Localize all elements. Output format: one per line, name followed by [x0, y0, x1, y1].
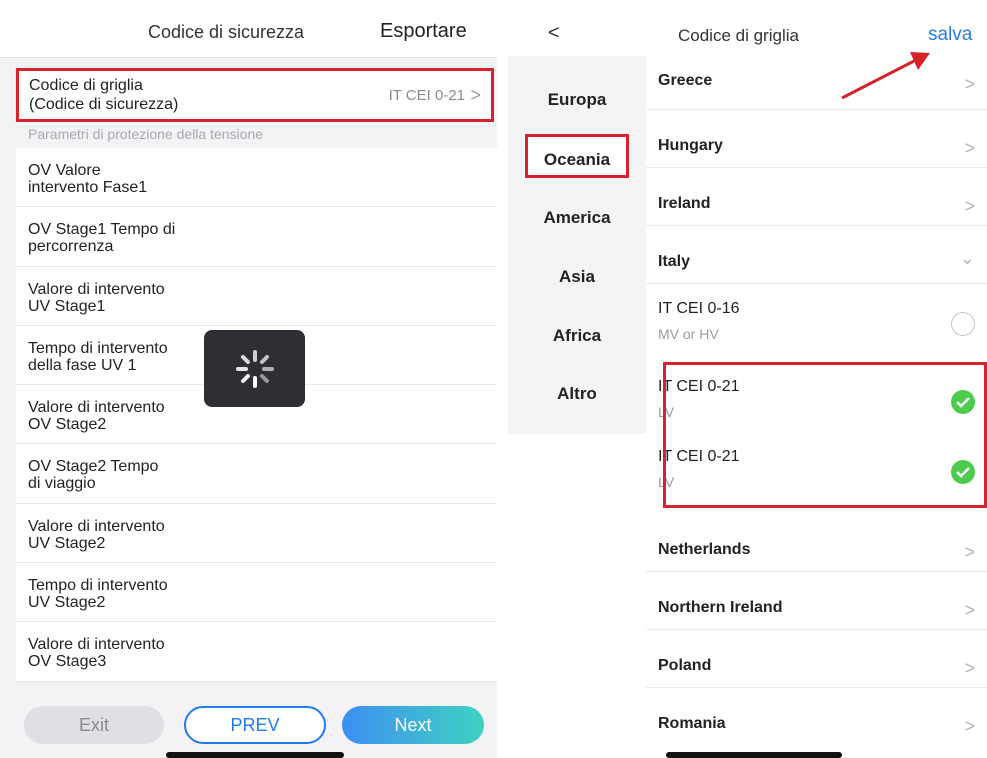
grid-code-option[interactable]: IT CEI 0-16 MV or HV — [646, 286, 987, 362]
parameter-label: Valore di intervento — [28, 399, 165, 417]
parameter-row[interactable]: Tempo di intervento UV Stage2 — [16, 563, 497, 623]
parameter-label-2: UV Stage2 — [28, 534, 106, 552]
parameter-row[interactable]: OV Stage1 Tempo di percorrenza — [16, 207, 497, 267]
next-button[interactable]: Next — [342, 706, 484, 744]
country-row-northern-ireland[interactable]: Northern Ireland > — [646, 572, 987, 630]
continent-europa[interactable]: Europa — [508, 90, 646, 110]
parameter-label-2: UV Stage2 — [28, 594, 106, 612]
parameter-label-2: intervento Fase1 — [28, 179, 148, 196]
right-header: < Codice di griglia salva — [508, 0, 987, 52]
country-row-hungary[interactable]: Hungary > — [646, 110, 987, 168]
selection-highlight-box — [663, 362, 987, 508]
parameter-label: Valore di intervento — [28, 517, 165, 535]
spinner-icon — [236, 350, 274, 388]
country-name: Poland — [658, 657, 712, 674]
section-title: Parametri di protezione della tensione — [28, 126, 264, 142]
country-row-ireland[interactable]: Ireland > — [646, 168, 987, 226]
chevron-down-icon: ⌄ — [959, 248, 975, 268]
save-button[interactable]: salva — [928, 24, 972, 46]
chevron-right-icon: > — [964, 542, 975, 562]
parameter-label-2: percorrenza — [28, 238, 114, 256]
grid-code-sublabel: (Codice di sicurezza) — [29, 96, 179, 113]
continent-sidebar: Europa Oceania America Asia Africa Altro — [508, 56, 646, 434]
grid-code-row[interactable]: Codice di griglia (Codice di sicurezza) … — [16, 68, 494, 122]
safety-code-screen: Codice di sicurezza Esportare Codice di … — [0, 0, 497, 758]
country-row-netherlands[interactable]: Netherlands > — [646, 514, 987, 572]
continent-america[interactable]: America — [508, 208, 646, 228]
country-row-poland[interactable]: Poland > — [646, 630, 987, 688]
parameter-row[interactable]: Valore di intervento UV Stage2 — [16, 503, 497, 564]
chevron-right-icon: > — [964, 600, 975, 620]
parameter-row[interactable]: Valore di intervento OV Stage3 — [16, 622, 497, 682]
loading-overlay — [204, 330, 305, 407]
parameter-row[interactable]: OV Valore intervento Fase1 — [16, 148, 497, 208]
page-title: Codice di sicurezza — [148, 22, 305, 42]
parameter-label-2: della fase UV 1 — [28, 356, 137, 374]
parameter-row[interactable]: OV Stage2 Tempo di viaggio — [16, 444, 497, 504]
parameter-label: Tempo di intervento — [28, 577, 168, 595]
parameter-label-2: di viaggio — [28, 475, 96, 493]
country-name: Northern Ireland — [658, 599, 783, 616]
parameter-label: Valore di intervento — [28, 280, 165, 298]
home-indicator — [666, 752, 842, 758]
chevron-right-icon: > — [964, 716, 975, 736]
country-name: Netherlands — [658, 541, 751, 558]
export-button[interactable]: Esportare — [380, 20, 467, 43]
parameter-label: Valore di intervento — [28, 636, 165, 654]
chevron-right-icon: > — [470, 85, 481, 105]
country-row-italy[interactable]: Italy ⌄ — [646, 226, 987, 284]
country-row-greece[interactable]: Greece > — [646, 52, 987, 110]
chevron-right-icon: > — [964, 74, 975, 94]
chevron-right-icon: > — [964, 138, 975, 158]
continent-africa[interactable]: Africa — [508, 326, 646, 346]
radio-unchecked-icon[interactable] — [951, 312, 975, 336]
continent-asia[interactable]: Asia — [508, 267, 646, 287]
parameter-label-2: OV Stage2 — [28, 416, 107, 434]
grid-code-value: IT CEI 0-21 — [388, 87, 465, 104]
grid-code-voltage: MV or HV — [658, 326, 719, 342]
left-header: Codice di sicurezza Esportare — [0, 0, 497, 58]
grid-code-name: IT CEI 0-16 — [658, 300, 740, 317]
exit-button[interactable]: Exit — [24, 706, 164, 744]
country-name: Ireland — [658, 195, 711, 212]
home-indicator — [166, 752, 344, 758]
parameter-label: OV Stage1 Tempo di — [28, 221, 176, 239]
chevron-right-icon: > — [964, 658, 975, 678]
parameter-list: OV Valore intervento Fase1 OV Stage1 Tem… — [16, 148, 497, 682]
country-row-romania[interactable]: Romania > — [646, 688, 987, 746]
page-title: Codice di griglia — [678, 26, 799, 45]
back-button[interactable]: < — [548, 22, 560, 45]
parameter-label: Tempo di intervento — [28, 339, 168, 357]
parameter-label-2: OV Stage3 — [28, 653, 107, 671]
chevron-right-icon: > — [964, 196, 975, 216]
parameter-label: OV Stage2 Tempo — [28, 458, 159, 476]
parameter-label-2: UV Stage1 — [28, 297, 106, 315]
country-name: Italy — [658, 253, 691, 270]
country-name: Greece — [658, 72, 713, 89]
prev-button[interactable]: PREV — [184, 706, 326, 744]
grid-code-screen: < Codice di griglia salva Europa Oceania… — [508, 0, 987, 758]
parameter-label: OV Valore — [28, 162, 101, 179]
parameter-row[interactable]: Valore di intervento UV Stage1 — [16, 266, 497, 326]
continent-oceania[interactable]: Oceania — [508, 150, 646, 170]
grid-code-label: Codice di griglia — [29, 77, 143, 94]
country-name: Hungary — [658, 137, 723, 154]
continent-altro[interactable]: Altro — [508, 384, 646, 404]
country-name: Romania — [658, 715, 726, 732]
